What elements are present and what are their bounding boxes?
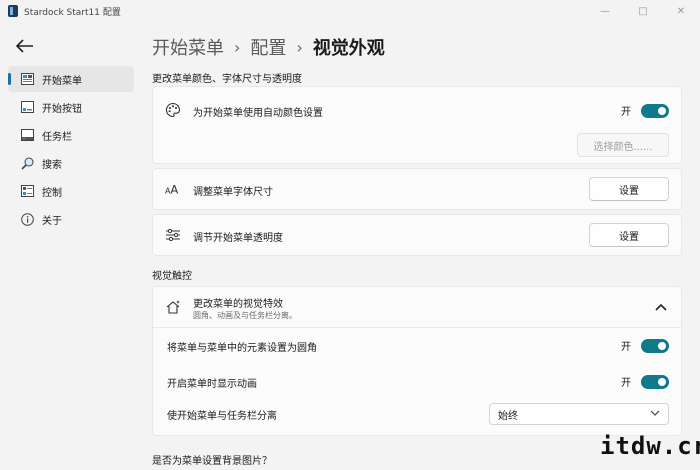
animation-label: 开启菜单时显示动画 bbox=[167, 379, 257, 390]
info-icon bbox=[20, 212, 34, 226]
breadcrumb: 开始菜单 › 配置 › 视觉外观 bbox=[152, 34, 385, 60]
transparency-card: 调节开始菜单透明度 设置 bbox=[152, 214, 682, 256]
sidebar-item-label: 搜索 bbox=[42, 159, 62, 171]
palette-icon bbox=[165, 102, 181, 118]
auto-color-toggle[interactable] bbox=[641, 103, 669, 118]
rounded-corners-label: 将菜单与菜单中的元素设置为圆角 bbox=[167, 343, 317, 354]
chevron-down-icon bbox=[650, 409, 660, 420]
title-bar: Stardock Start11 配置 — □ ✕ bbox=[0, 0, 700, 22]
section-title-visual-touch: 视觉触控 bbox=[152, 271, 192, 282]
choose-color-button[interactable]: 选择颜色...... bbox=[577, 133, 669, 157]
sidebar-item-label: 开始按钮 bbox=[42, 103, 82, 115]
start-button-icon bbox=[20, 100, 34, 114]
auto-color-card: 为开始菜单使用自动颜色设置 开 选择颜色...... bbox=[152, 86, 682, 164]
window-title: Stardock Start11 配置 bbox=[24, 7, 121, 18]
sidebar-item-label: 开始菜单 bbox=[42, 75, 82, 87]
sidebar-item-search[interactable]: 搜索 bbox=[8, 150, 134, 176]
separate-taskbar-value: 始终 bbox=[498, 410, 518, 422]
chevron-right-icon: › bbox=[296, 37, 303, 57]
section-title-appearance: 更改菜单颜色、字体尺寸与透明度 bbox=[152, 74, 302, 85]
rounded-corners-toggle[interactable] bbox=[641, 338, 669, 353]
breadcrumb-config[interactable]: 配置 bbox=[250, 34, 286, 60]
watermark: itdw.cr bbox=[593, 426, 700, 460]
search-icon bbox=[20, 156, 34, 170]
minimize-button[interactable]: — bbox=[586, 0, 624, 22]
sidebar-item-about[interactable]: 关于 bbox=[8, 206, 134, 232]
rounded-corners-state: 开 bbox=[621, 342, 631, 353]
maximize-button[interactable]: □ bbox=[624, 0, 662, 22]
visual-effects-label: 更改菜单的视觉特效 bbox=[193, 299, 283, 310]
section-title-background-image: 是否为菜单设置背景图片？ bbox=[152, 456, 272, 467]
font-size-label: 调整菜单字体尺寸 bbox=[193, 187, 273, 198]
taskbar-icon bbox=[20, 128, 34, 142]
sidebar-item-start-button[interactable]: 开始按钮 bbox=[8, 94, 134, 120]
chevron-up-icon[interactable] bbox=[655, 301, 667, 314]
sidebar-item-start-menu[interactable]: 开始菜单 bbox=[8, 66, 134, 92]
sidebar-item-label: 任务栏 bbox=[42, 131, 72, 143]
sidebar-item-taskbar[interactable]: 任务栏 bbox=[8, 122, 134, 148]
sidebar-item-label: 关于 bbox=[42, 215, 62, 227]
auto-color-state: 开 bbox=[621, 107, 631, 118]
font-size-settings-button[interactable]: 设置 bbox=[589, 177, 669, 201]
breadcrumb-start-menu[interactable]: 开始菜单 bbox=[152, 34, 224, 60]
app-icon bbox=[8, 5, 18, 17]
sidebar: 开始菜单 开始按钮 任务栏 搜索 控制 关于 bbox=[8, 66, 134, 234]
visual-effects-card: 更改菜单的视觉特效 圆角、动画及与任务栏分离。 将菜单与菜单中的元素设置为圆角 … bbox=[152, 286, 682, 436]
visual-effects-header[interactable]: 更改菜单的视觉特效 圆角、动画及与任务栏分离。 bbox=[153, 287, 681, 327]
auto-color-label: 为开始菜单使用自动颜色设置 bbox=[193, 108, 323, 119]
back-button[interactable] bbox=[16, 36, 40, 56]
animation-state: 开 bbox=[621, 378, 631, 389]
divider bbox=[153, 327, 681, 328]
window-controls: — □ ✕ bbox=[586, 0, 700, 22]
visual-effects-sublabel: 圆角、动画及与任务栏分离。 bbox=[193, 311, 297, 320]
sidebar-item-label: 控制 bbox=[42, 187, 62, 199]
separate-taskbar-select[interactable]: 始终 bbox=[489, 403, 669, 425]
font-size-icon: AA bbox=[165, 181, 181, 197]
transparency-label: 调节开始菜单透明度 bbox=[193, 233, 283, 244]
close-button[interactable]: ✕ bbox=[662, 0, 700, 22]
separate-taskbar-label: 使开始菜单与任务栏分离 bbox=[167, 411, 277, 422]
control-icon bbox=[20, 184, 34, 198]
animation-toggle[interactable] bbox=[641, 374, 669, 389]
start-menu-icon bbox=[20, 72, 34, 86]
sliders-icon bbox=[165, 227, 181, 243]
font-size-card: AA 调整菜单字体尺寸 设置 bbox=[152, 168, 682, 210]
svg-text:A: A bbox=[170, 182, 178, 196]
page-title: 视觉外观 bbox=[312, 38, 385, 59]
chevron-right-icon: › bbox=[234, 37, 241, 57]
sidebar-item-control[interactable]: 控制 bbox=[8, 178, 134, 204]
sparkle-house-icon bbox=[165, 299, 181, 315]
transparency-settings-button[interactable]: 设置 bbox=[589, 223, 669, 247]
back-arrow-icon bbox=[16, 39, 33, 53]
